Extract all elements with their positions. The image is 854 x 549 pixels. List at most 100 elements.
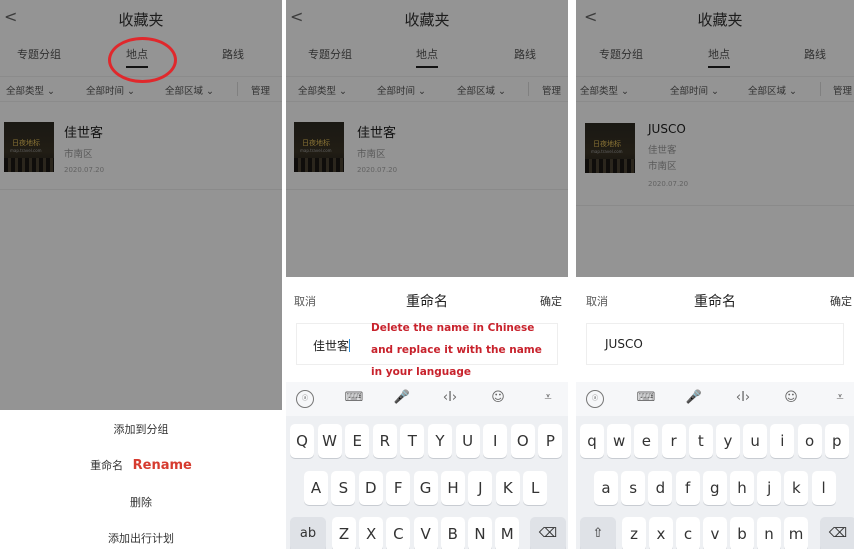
rename-annotation: Rename <box>132 458 192 473</box>
key-e[interactable]: E <box>345 424 370 458</box>
keyboard-icon[interactable]: ⌨ <box>636 390 656 408</box>
annotation-line: and replace it with the name <box>371 344 542 356</box>
key-o[interactable]: o <box>797 424 822 458</box>
key-v[interactable]: v <box>703 517 727 549</box>
input-method-ring: ⓐ <box>296 390 314 408</box>
input-method-ring: ⓐ <box>586 390 604 408</box>
keyboard-toolbar: ⓐ ⌨ 🎤 ‹I› ☺ ⩡ <box>286 382 568 416</box>
rename-input-value: 佳世客 <box>313 337 351 354</box>
key-a[interactable]: a <box>594 471 618 505</box>
key-o[interactable]: O <box>510 424 535 458</box>
backspace-key[interactable]: ⌫ <box>820 517 854 549</box>
key-f[interactable]: F <box>386 471 411 505</box>
key-e[interactable]: e <box>634 424 659 458</box>
key-s[interactable]: S <box>331 471 356 505</box>
input-method-icon[interactable]: ⓐ <box>296 390 316 408</box>
annotation-line: Delete the name in Chinese <box>371 322 535 334</box>
key-n[interactable]: N <box>468 517 492 549</box>
collapse-keyboard-icon[interactable]: ⩡ <box>538 390 558 408</box>
keyboard: ⓐ ⌨ 🎤 ‹I› ☺ ⩡ qwertyuiop asdfghjkl ⇧ ⌫ z… <box>576 382 854 549</box>
dim-overlay[interactable] <box>576 0 854 277</box>
add-trip-plan-option[interactable]: 添加出行计划 <box>0 530 282 546</box>
confirm-button[interactable]: 确定 <box>830 293 852 309</box>
microphone-icon[interactable]: 🎤 <box>392 390 412 408</box>
key-b[interactable]: b <box>730 517 754 549</box>
key-a[interactable]: A <box>304 471 328 505</box>
screen-action-sheet: < 收藏夹 专题分组 地点 路线 全部类型 ⌄ 全部时间 ⌄ 全部区域 ⌄ 管理… <box>0 0 282 549</box>
key-l[interactable]: L <box>523 471 548 505</box>
key-k[interactable]: k <box>784 471 809 505</box>
key-f[interactable]: f <box>675 471 700 505</box>
key-l[interactable]: l <box>811 471 836 505</box>
key-x[interactable]: x <box>649 517 673 549</box>
rename-input-text: 佳世客 <box>313 339 350 353</box>
screen-rename-chinese: < 收藏夹 专题分组 地点 路线 全部类型 ⌄ 全部时间 ⌄ 全部区域 ⌄ 管理… <box>286 0 568 549</box>
key-m[interactable]: m <box>784 517 808 549</box>
panel-separator <box>568 0 576 549</box>
key-h[interactable]: h <box>730 471 754 505</box>
key-c[interactable]: C <box>386 517 411 549</box>
rename-dialog: 取消 重命名 确定 佳世客 Delete the name in Chinese… <box>286 277 568 382</box>
keyboard: ⓐ ⌨ 🎤 ‹I› ☺ ⩡ QWERTYUIOP ASDFGHJKL ab ⌫ … <box>286 382 568 549</box>
key-w[interactable]: W <box>317 424 342 458</box>
key-g[interactable]: g <box>702 471 727 505</box>
key-z[interactable]: Z <box>332 517 356 549</box>
cursor-icon[interactable]: ‹I› <box>733 390 753 408</box>
text-caret <box>349 339 351 352</box>
backspace-key[interactable]: ⌫ <box>530 517 566 549</box>
rename-label: 重命名 <box>90 459 124 472</box>
key-b[interactable]: B <box>440 517 465 549</box>
key-i[interactable]: i <box>770 424 795 458</box>
key-p[interactable]: p <box>824 424 849 458</box>
rename-input-text: JUSCO <box>605 337 643 351</box>
dialog-title: 重命名 <box>406 294 448 310</box>
screen-rename-english: < 收藏夹 专题分组 地点 路线 全部类型 ⌄ 全部时间 ⌄ 全部区域 ⌄ 管理… <box>576 0 854 549</box>
key-n[interactable]: n <box>757 517 781 549</box>
rename-option[interactable]: 重命名 Rename <box>0 457 282 473</box>
key-i[interactable]: I <box>483 424 508 458</box>
key-u[interactable]: U <box>455 424 480 458</box>
key-h[interactable]: H <box>441 471 465 505</box>
key-j[interactable]: J <box>468 471 493 505</box>
emoji-icon[interactable]: ☺ <box>781 390 801 408</box>
abc-key[interactable]: ab <box>290 517 326 549</box>
rename-input[interactable]: JUSCO <box>586 323 844 365</box>
microphone-icon[interactable]: 🎤 <box>684 390 704 408</box>
key-j[interactable]: j <box>757 471 782 505</box>
key-t[interactable]: t <box>688 424 713 458</box>
key-d[interactable]: d <box>648 471 673 505</box>
cursor-icon[interactable]: ‹I› <box>440 390 460 408</box>
key-q[interactable]: q <box>580 424 604 458</box>
key-y[interactable]: Y <box>428 424 452 458</box>
dim-overlay[interactable] <box>286 0 568 277</box>
key-z[interactable]: z <box>622 517 646 549</box>
key-r[interactable]: r <box>661 424 686 458</box>
delete-option[interactable]: 删除 <box>0 494 282 510</box>
rename-dialog: 取消 重命名 确定 JUSCO <box>576 277 854 382</box>
key-y[interactable]: y <box>716 424 740 458</box>
key-w[interactable]: w <box>607 424 632 458</box>
input-method-icon[interactable]: ⓐ <box>586 390 606 408</box>
key-c[interactable]: c <box>676 517 700 549</box>
shift-key[interactable]: ⇧ <box>580 517 616 549</box>
highlight-circle <box>108 37 177 83</box>
keyboard-toolbar: ⓐ ⌨ 🎤 ‹I› ☺ ⩡ <box>576 382 854 416</box>
key-d[interactable]: D <box>358 471 383 505</box>
key-q[interactable]: Q <box>290 424 314 458</box>
key-k[interactable]: K <box>495 471 520 505</box>
key-u[interactable]: u <box>743 424 768 458</box>
key-m[interactable]: M <box>495 517 520 549</box>
key-p[interactable]: P <box>538 424 563 458</box>
key-t[interactable]: T <box>400 424 425 458</box>
key-r[interactable]: R <box>372 424 397 458</box>
dialog-title: 重命名 <box>694 294 736 310</box>
keyboard-icon[interactable]: ⌨ <box>344 390 364 408</box>
key-x[interactable]: X <box>359 517 384 549</box>
key-s[interactable]: s <box>621 471 646 505</box>
confirm-button[interactable]: 确定 <box>540 293 562 309</box>
key-g[interactable]: G <box>413 471 438 505</box>
emoji-icon[interactable]: ☺ <box>488 390 508 408</box>
add-to-group-option[interactable]: 添加到分组 <box>0 421 282 437</box>
collapse-keyboard-icon[interactable]: ⩡ <box>830 390 850 408</box>
key-v[interactable]: V <box>413 517 438 549</box>
